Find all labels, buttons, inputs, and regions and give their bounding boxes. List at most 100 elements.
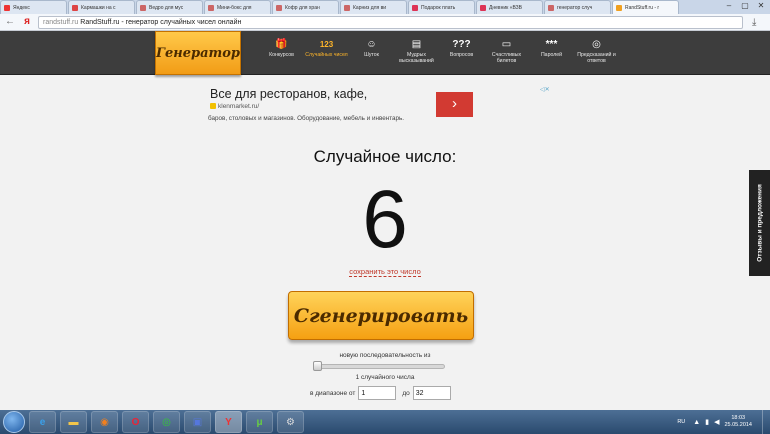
nav-item[interactable]: ??? Вопросов — [439, 31, 484, 75]
chrome-icon[interactable]: ◎ — [153, 411, 180, 433]
nav-item[interactable]: 🎁 Конкурсов — [259, 31, 304, 75]
random-number: 6 — [362, 174, 408, 265]
tab-favicon-icon — [344, 4, 350, 11]
address-bar[interactable]: randstuff.ru RandStuff.ru - генератор сл… — [38, 15, 743, 29]
tab-label: RandStuff.ru - г — [625, 4, 660, 11]
tab-favicon-icon — [276, 4, 282, 11]
tab-label: генератор случ — [557, 4, 593, 11]
tab-label: Мини-бокс для — [217, 4, 252, 11]
taskbar: e ▬ ◉ O ◎ ▣ Yμ ⚙ — [0, 410, 770, 434]
browser-tab[interactable]: Карниз для ви — [340, 0, 407, 14]
system-tray: RU ▲ ▮ ◀ 18:03 25.05.2014 — [677, 410, 770, 434]
clock-date: 25.05.2014 — [724, 422, 752, 428]
nav-item[interactable]: ▭ Счастливых билетов — [484, 31, 529, 75]
window-controls: – ▢ ✕ — [722, 1, 768, 11]
ad-headline[interactable]: Все для ресторанов, кафе, — [210, 87, 367, 101]
firefox-icon[interactable]: ◉ — [91, 411, 118, 433]
internet-explorer-icon[interactable]: e — [29, 411, 56, 433]
tab-label: Яндекс — [13, 4, 30, 11]
browser-tab-strip: Яндекс Кармашки на с Ведро для мус Мини-бок… — [0, 0, 770, 14]
nav-item-label: Вопросов — [449, 52, 474, 58]
save-number-link[interactable]: сохранить это число — [349, 267, 421, 277]
language-indicator[interactable]: RU — [677, 419, 685, 425]
range-from-label: в диапазоне от — [310, 389, 356, 397]
clock[interactable]: 18:03 25.05.2014 — [724, 415, 752, 429]
volume-icon[interactable]: ◀ — [714, 418, 719, 426]
nav-item-label: Паролей — [540, 52, 563, 58]
browser-tab[interactable]: Кармашки на с — [68, 0, 135, 14]
tab-favicon-icon — [208, 4, 214, 11]
nav-item[interactable]: ▤ Мудрых высказываний — [394, 31, 439, 75]
tab-favicon-icon — [548, 4, 554, 11]
tab-label: Кофр для хран — [285, 4, 320, 11]
site-nav: 🎁 Конкурсов 123 Случайных чисел ☺ Шуток ▤ Мудры… — [259, 31, 619, 75]
nav-item-label: Предсказаний и ответов — [577, 52, 616, 64]
yandex-nav-icon[interactable]: я — [20, 15, 34, 29]
nav-item-icon: *** — [545, 39, 558, 50]
nav-item-label: Счастливых билетов — [491, 52, 522, 64]
sequence-slider-handle[interactable] — [313, 361, 322, 371]
save-number-link-wrap: сохранить это число — [0, 267, 770, 277]
range-to-label: до — [402, 389, 410, 397]
browser-toolbar: ← я randstuff.ru RandStuff.ru - генерато… — [0, 14, 770, 31]
utorrent-icon[interactable]: μ — [246, 411, 273, 433]
ad-arrow-button[interactable]: › — [436, 92, 473, 117]
site-header: Генератор 🎁 Конкурсов 123 Случайных чисел ☺ Ш… — [0, 31, 770, 75]
tab-favicon-icon — [480, 4, 486, 11]
file-explorer-icon[interactable]: ▬ — [60, 411, 87, 433]
ad-choices-icon[interactable]: ◁✕ — [540, 86, 556, 94]
feedback-tab[interactable]: Отзывы и предложения — [749, 170, 770, 276]
tab-label: Подарок плать — [421, 4, 456, 11]
browser-tab[interactable]: Подарок плать — [408, 0, 475, 14]
nav-item[interactable]: ◎ Предсказаний и ответов — [574, 31, 619, 75]
nav-item[interactable]: 123 Случайных чисел — [304, 31, 349, 75]
range-from-input[interactable] — [358, 386, 397, 400]
network-icon[interactable]: ▮ — [705, 418, 709, 426]
yandex-browser-icon[interactable]: Y — [215, 411, 242, 433]
back-arrow-icon[interactable]: ← — [3, 15, 17, 29]
minimize-icon[interactable]: – — [722, 1, 736, 11]
browser-tab[interactable]: Ведро для мус — [136, 0, 203, 14]
tab-favicon-icon — [140, 4, 146, 11]
result-title: Случайное число: — [313, 147, 457, 166]
site-logo[interactable]: Генератор — [155, 31, 241, 75]
show-desktop-button[interactable] — [762, 410, 770, 434]
browser-tab[interactable]: Дневник «ВЗВ — [476, 0, 543, 14]
nav-item-label: Шуток — [364, 52, 379, 58]
browser-tab[interactable]: Мини-бокс для — [204, 0, 271, 14]
download-icon[interactable]: ⤓ — [752, 17, 756, 28]
tab-label: Дневник «ВЗВ — [489, 4, 523, 11]
nav-item[interactable]: *** Паролей — [529, 31, 574, 75]
url-host: randstuff.ru — [43, 18, 79, 26]
tab-favicon-icon — [616, 4, 622, 11]
sequence-count: 1 случайного числа — [355, 374, 415, 381]
start-button[interactable] — [3, 411, 25, 433]
sequence-slider[interactable] — [315, 364, 445, 369]
nav-item-label: Мудрых высказываний — [399, 52, 434, 64]
settings-app-icon[interactable]: ⚙ — [277, 411, 304, 433]
browser-tab[interactable]: генератор случ — [544, 0, 611, 14]
ad-badge-icon — [210, 103, 216, 110]
browser-tab[interactable]: Яндекс — [0, 0, 67, 14]
range-to-input[interactable] — [412, 386, 451, 400]
generate-button[interactable]: Сгенерировать — [288, 291, 474, 340]
nav-item-icon: ??? — [452, 39, 471, 50]
page-title-in-address: RandStuff.ru - генератор случайных чисел… — [80, 18, 242, 26]
nav-item[interactable]: ☺ Шуток — [349, 31, 394, 75]
maximize-icon[interactable]: ▢ — [738, 1, 752, 11]
nav-item-icon: 123 — [319, 40, 334, 49]
browser-tab[interactable]: Кофр для хран — [272, 0, 339, 14]
save-app-icon[interactable]: ▣ — [184, 411, 211, 433]
tray-arrow-icon[interactable]: ▲ — [693, 419, 700, 426]
close-icon[interactable]: ✕ — [754, 1, 768, 11]
tab-label: Ведро для мус — [149, 4, 184, 11]
ad-banner[interactable]: Все для ресторанов, кафе, klenmarket.ru/… — [208, 86, 478, 126]
tab-favicon-icon — [72, 4, 78, 11]
nav-item-icon: ◎ — [592, 39, 601, 50]
tab-label: Кармашки на с — [81, 4, 116, 11]
ad-url[interactable]: klenmarket.ru/ — [210, 103, 259, 110]
opera-icon[interactable]: O — [122, 411, 149, 433]
browser-tab[interactable]: RandStuff.ru - г — [612, 0, 679, 14]
tab-label: Карниз для ви — [353, 4, 387, 11]
nav-item-label: Конкурсов — [269, 52, 294, 58]
